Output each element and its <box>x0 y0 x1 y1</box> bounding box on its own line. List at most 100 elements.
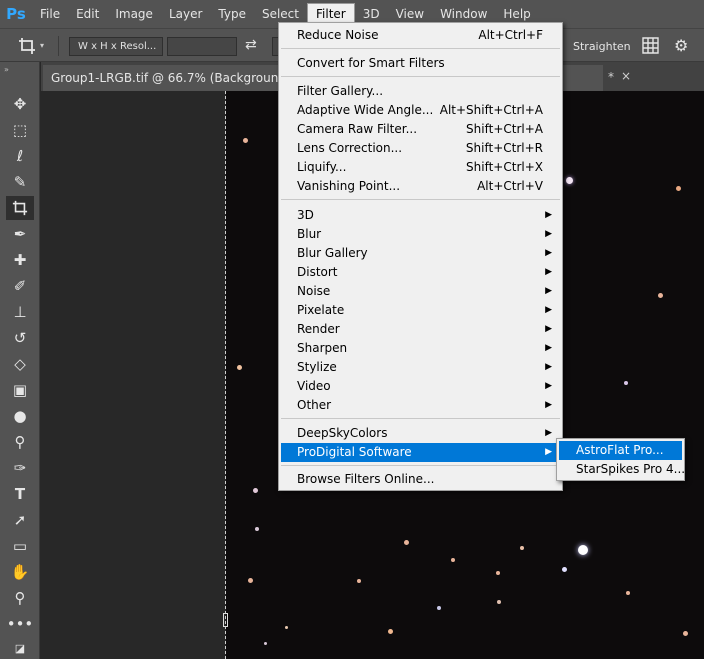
star <box>357 579 361 583</box>
menu-item-browse-filters-online[interactable]: Browse Filters Online... <box>281 470 560 489</box>
star <box>248 578 253 583</box>
prodigital-submenu: AstroFlat Pro... StarSpikes Pro 4... <box>556 438 685 481</box>
swap-icon[interactable]: ⇄ <box>245 37 257 53</box>
menu-item-sharpen[interactable]: Sharpen ▶ <box>281 339 560 358</box>
hand-tool-icon[interactable]: ✋ <box>6 560 34 584</box>
menu-item-distort[interactable]: Distort ▶ <box>281 263 560 282</box>
menu-item-filter-gallery[interactable]: Filter Gallery... <box>281 82 560 101</box>
marquee-tool-icon[interactable]: ⬚ <box>6 118 34 142</box>
menu-separator <box>281 465 560 466</box>
eraser-tool-icon[interactable]: ◇ <box>6 352 34 376</box>
star <box>253 488 258 493</box>
star <box>404 540 409 545</box>
menu-separator <box>281 199 560 200</box>
close-icon[interactable]: × <box>621 69 631 83</box>
tools-panel: » ✥ ⬚ ℓ ✎ ✒ ✚ ✐ ⊥ ↺ ◇ ▣ ● ⚲ ✑ T ➚ ▭ ✋ ⚲ … <box>0 62 40 659</box>
menu-item-starspikes-pro[interactable]: StarSpikes Pro 4... <box>559 460 685 479</box>
menu-item-noise[interactable]: Noise ▶ <box>281 282 560 301</box>
star <box>626 591 630 595</box>
star <box>624 381 628 385</box>
gear-icon[interactable]: ⚙ <box>674 36 688 55</box>
submenu-arrow-icon: ▶ <box>545 381 552 391</box>
eyedropper-tool-icon[interactable]: ✒ <box>6 222 34 246</box>
menu-item-deepskycolors[interactable]: DeepSkyColors ▶ <box>281 424 560 443</box>
submenu-arrow-icon: ▶ <box>545 324 552 334</box>
submenu-arrow-icon: ▶ <box>545 248 552 258</box>
menu-separator <box>281 48 560 49</box>
width-field[interactable] <box>167 37 237 56</box>
menu-item-video[interactable]: Video ▶ <box>281 377 560 396</box>
move-tool-icon[interactable]: ✥ <box>6 92 34 116</box>
menu-edit[interactable]: Edit <box>68 3 107 25</box>
lasso-tool-icon[interactable]: ℓ <box>6 144 34 168</box>
menu-item-vanishing-point[interactable]: Vanishing Point... Alt+Ctrl+V <box>281 177 560 196</box>
star <box>520 546 524 550</box>
straighten-button[interactable]: Straighten <box>573 40 631 53</box>
menu-item-convert-smart-filters[interactable]: Convert for Smart Filters <box>281 54 560 73</box>
healing-brush-tool-icon[interactable]: ✚ <box>6 248 34 272</box>
history-brush-tool-icon[interactable]: ↺ <box>6 326 34 350</box>
crop-boundary[interactable] <box>225 91 226 659</box>
filter-menu-dropdown: Reduce Noise Alt+Ctrl+F Convert for Smart… <box>278 22 563 491</box>
menu-item-other[interactable]: Other ▶ <box>281 396 560 415</box>
submenu-arrow-icon: ▶ <box>545 343 552 353</box>
star <box>497 600 501 604</box>
star <box>578 545 588 555</box>
menu-item-render[interactable]: Render ▶ <box>281 320 560 339</box>
submenu-arrow-icon: ▶ <box>545 447 552 457</box>
overlay-grid-icon[interactable] <box>642 37 659 54</box>
submenu-arrow-icon: ▶ <box>545 267 552 277</box>
star <box>566 177 573 184</box>
menu-item-prodigital-software[interactable]: ProDigital Software ▶ <box>281 443 560 462</box>
panel-collapse-icon[interactable]: » <box>4 65 9 74</box>
star <box>676 186 681 191</box>
star <box>562 567 567 572</box>
star <box>255 527 259 531</box>
menu-item-3d[interactable]: 3D ▶ <box>281 206 560 225</box>
gradient-tool-icon[interactable]: ▣ <box>6 378 34 402</box>
menu-separator <box>281 76 560 77</box>
menu-image[interactable]: Image <box>107 3 161 25</box>
crop-tool-icon[interactable] <box>18 37 36 55</box>
star <box>388 629 393 634</box>
path-select-tool-icon[interactable]: ➚ <box>6 508 34 532</box>
menu-item-liquify[interactable]: Liquify... Shift+Ctrl+X <box>281 158 560 177</box>
menu-separator <box>281 418 560 419</box>
star <box>496 571 500 575</box>
rectangle-tool-icon[interactable]: ▭ <box>6 534 34 558</box>
menu-item-pixelate[interactable]: Pixelate ▶ <box>281 301 560 320</box>
crop-tool-button-icon[interactable] <box>6 196 34 220</box>
submenu-arrow-icon: ▶ <box>545 210 552 220</box>
star <box>237 365 242 370</box>
menu-layer[interactable]: Layer <box>161 3 210 25</box>
modified-indicator: * <box>608 70 614 84</box>
star <box>451 558 455 562</box>
menu-item-blur[interactable]: Blur ▶ <box>281 225 560 244</box>
menu-item-astroflat-pro[interactable]: AstroFlat Pro... <box>559 441 682 460</box>
crop-handle[interactable] <box>223 613 228 627</box>
pen-tool-icon[interactable]: ✑ <box>6 456 34 480</box>
menu-type[interactable]: Type <box>210 3 254 25</box>
quick-select-tool-icon[interactable]: ✎ <box>6 170 34 194</box>
color-swatches-icon[interactable]: ◪ <box>6 636 34 659</box>
menu-item-reduce-noise[interactable]: Reduce Noise Alt+Ctrl+F <box>281 26 560 45</box>
submenu-arrow-icon: ▶ <box>545 400 552 410</box>
brush-tool-icon[interactable]: ✐ <box>6 274 34 298</box>
star <box>243 138 248 143</box>
blur-tool-icon[interactable]: ● <box>6 404 34 428</box>
menu-file[interactable]: File <box>32 3 68 25</box>
dodge-tool-icon[interactable]: ⚲ <box>6 430 34 454</box>
menu-item-blur-gallery[interactable]: Blur Gallery ▶ <box>281 244 560 263</box>
menu-item-stylize[interactable]: Stylize ▶ <box>281 358 560 377</box>
menu-item-lens-correction[interactable]: Lens Correction... Shift+Ctrl+R <box>281 139 560 158</box>
type-tool-icon[interactable]: T <box>6 482 34 506</box>
submenu-arrow-icon: ▶ <box>545 305 552 315</box>
menu-item-camera-raw-filter[interactable]: Camera Raw Filter... Shift+Ctrl+A <box>281 120 560 139</box>
more-tools-icon[interactable]: ••• <box>6 612 34 636</box>
clone-stamp-tool-icon[interactable]: ⊥ <box>6 300 34 324</box>
submenu-arrow-icon: ▶ <box>545 362 552 372</box>
menu-item-adaptive-wide-angle[interactable]: Adaptive Wide Angle... Alt+Shift+Ctrl+A <box>281 101 560 120</box>
zoom-tool-icon[interactable]: ⚲ <box>6 586 34 610</box>
ratio-select[interactable]: W x H x Resol... ⌄ <box>69 37 163 69</box>
tool-preset-caret-icon[interactable]: ▾ <box>40 41 44 50</box>
